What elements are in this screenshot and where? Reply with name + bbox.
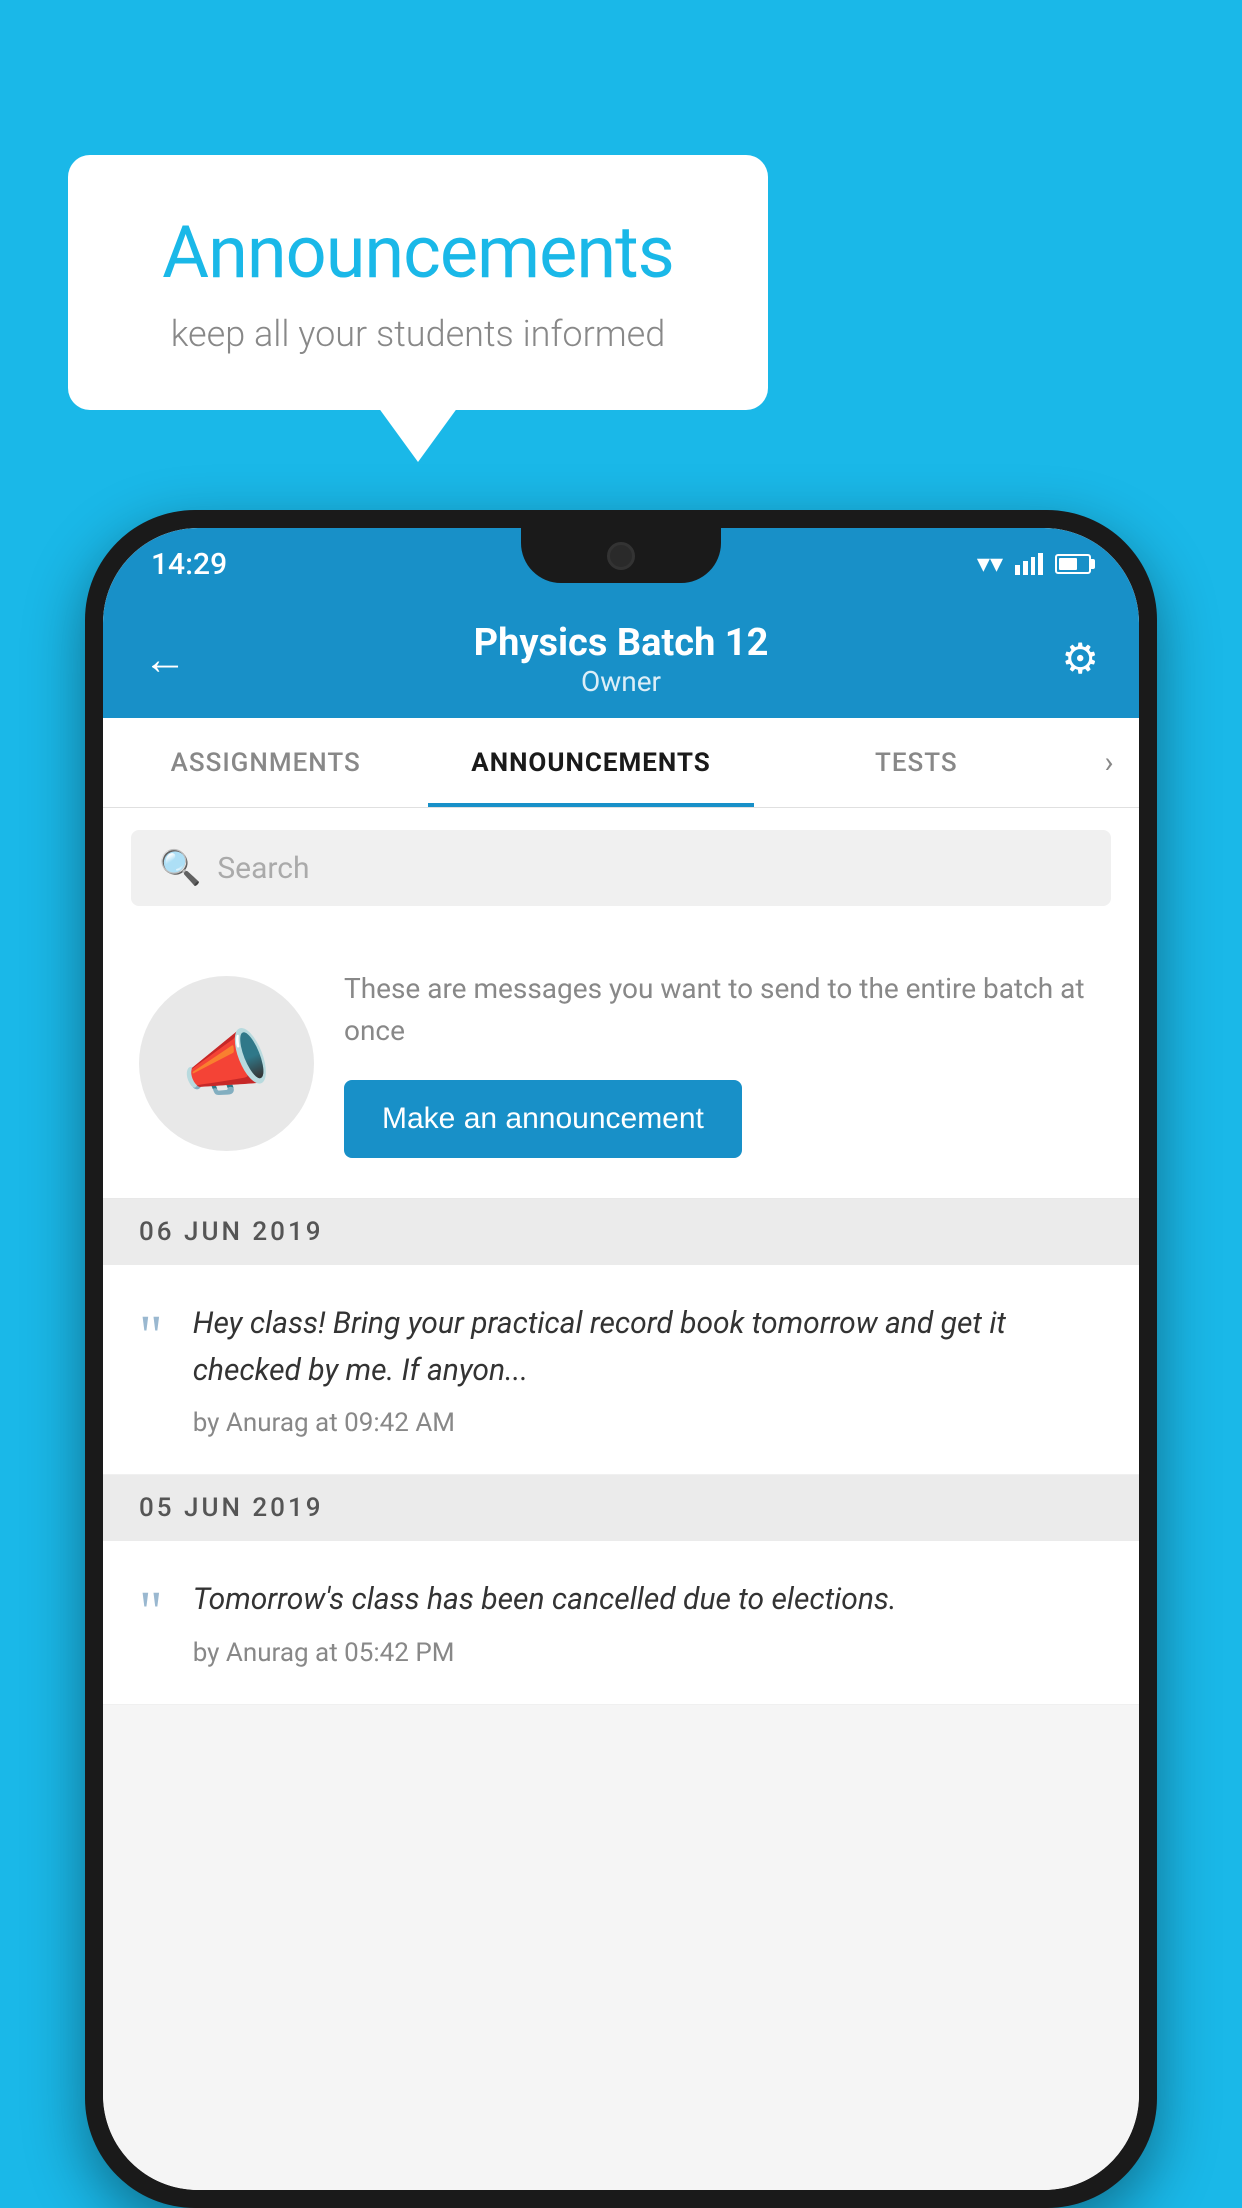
announcement-item-1: " Hey class! Bring your practical record…	[103, 1265, 1139, 1475]
battery-fill	[1059, 558, 1077, 570]
tab-more[interactable]: ›	[1079, 745, 1139, 780]
announcement-text-2: Tomorrow's class has been cancelled due …	[193, 1577, 1103, 1624]
bubble-subtitle: keep all your students informed	[128, 313, 708, 355]
speech-bubble: Announcements keep all your students inf…	[68, 155, 768, 410]
signal-bar-3	[1031, 557, 1036, 575]
app-bar: ← Physics Batch 12 Owner ⚙	[103, 600, 1139, 718]
announcement-meta-2: by Anurag at 05:42 PM	[193, 1638, 1103, 1668]
tab-assignments[interactable]: ASSIGNMENTS	[103, 718, 428, 807]
date-header-1: 06 JUN 2019	[103, 1199, 1139, 1265]
status-icons: ▾▾	[977, 549, 1091, 579]
quote-icon-1: "	[139, 1307, 163, 1365]
announcement-item-2: " Tomorrow's class has been cancelled du…	[103, 1541, 1139, 1705]
promo-right: These are messages you want to send to t…	[344, 968, 1103, 1158]
announcement-content-1: Hey class! Bring your practical record b…	[193, 1301, 1103, 1438]
megaphone-icon: 📣	[182, 1021, 272, 1106]
back-button[interactable]: ←	[143, 633, 203, 685]
search-placeholder: Search	[217, 851, 309, 886]
search-icon: 🔍	[159, 848, 201, 888]
tabs-bar: ASSIGNMENTS ANNOUNCEMENTS TESTS ›	[103, 718, 1139, 808]
app-bar-subtitle: Owner	[474, 665, 769, 698]
announcement-meta-1: by Anurag at 09:42 AM	[193, 1408, 1103, 1438]
tab-tests[interactable]: TESTS	[754, 718, 1079, 807]
phone-screen: 14:29 ▾▾	[103, 528, 1139, 2190]
tab-announcements[interactable]: ANNOUNCEMENTS	[428, 718, 753, 807]
phone-content: 14:29 ▾▾	[103, 528, 1139, 2190]
search-container: 🔍 Search	[103, 808, 1139, 928]
date-header-2-text: 05 JUN 2019	[139, 1493, 324, 1523]
battery-icon	[1055, 554, 1091, 574]
date-header-2: 05 JUN 2019	[103, 1475, 1139, 1541]
promo-icon-circle: 📣	[139, 976, 314, 1151]
phone-outer: 14:29 ▾▾	[85, 510, 1157, 2208]
settings-button[interactable]: ⚙	[1039, 634, 1099, 684]
make-announcement-button[interactable]: Make an announcement	[344, 1080, 742, 1158]
signal-bar-4	[1038, 553, 1043, 575]
phone-notch	[521, 528, 721, 583]
quote-icon-2: "	[139, 1583, 163, 1641]
announcement-text-1: Hey class! Bring your practical record b…	[193, 1301, 1103, 1394]
signal-icon	[1015, 553, 1043, 575]
date-header-1-text: 06 JUN 2019	[139, 1217, 324, 1247]
status-time: 14:29	[151, 547, 227, 582]
speech-bubble-container: Announcements keep all your students inf…	[68, 155, 768, 410]
announcement-content-2: Tomorrow's class has been cancelled due …	[193, 1577, 1103, 1668]
search-bar[interactable]: 🔍 Search	[131, 830, 1111, 906]
phone-camera	[607, 542, 635, 570]
signal-bar-2	[1023, 561, 1028, 575]
promo-card: 📣 These are messages you want to send to…	[103, 928, 1139, 1199]
content-area: 🔍 Search 📣 These are messages you want t…	[103, 808, 1139, 2190]
app-bar-center: Physics Batch 12 Owner	[474, 621, 769, 698]
promo-description: These are messages you want to send to t…	[344, 968, 1103, 1052]
wifi-icon: ▾▾	[977, 549, 1003, 579]
phone-container: 14:29 ▾▾	[85, 510, 1157, 2208]
signal-bar-1	[1015, 565, 1020, 575]
bubble-title: Announcements	[128, 210, 708, 295]
app-bar-title: Physics Batch 12	[474, 621, 769, 665]
